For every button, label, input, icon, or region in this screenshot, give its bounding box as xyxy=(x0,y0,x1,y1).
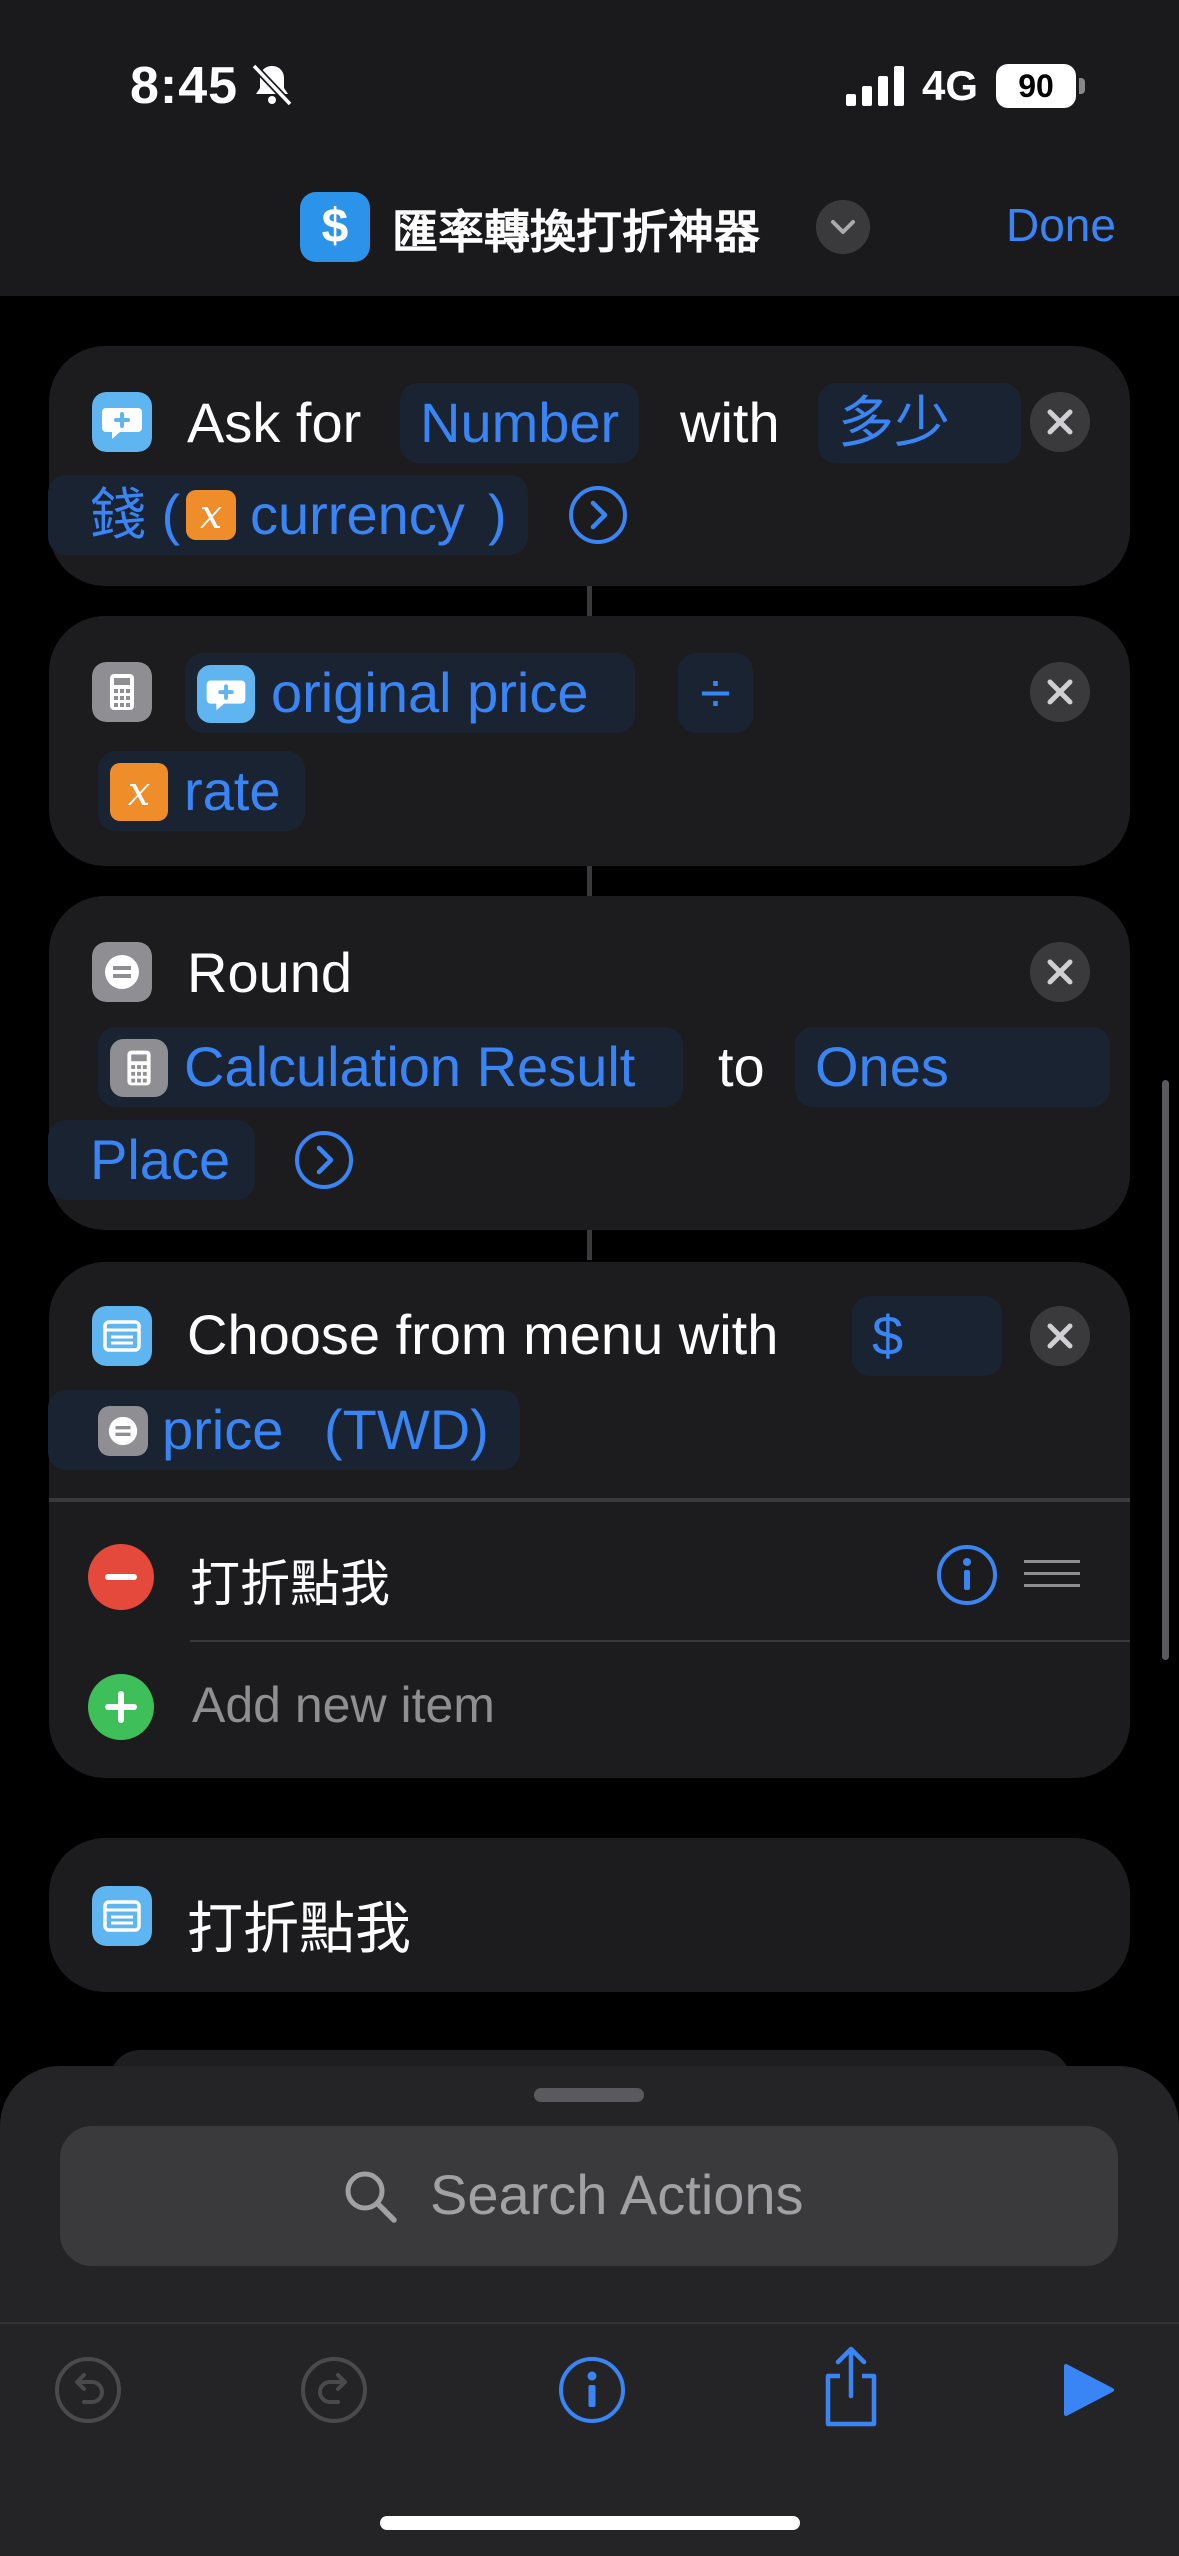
to-label: to xyxy=(718,1035,765,1098)
action-connector xyxy=(587,1230,592,1260)
status-time: 8:45 xyxy=(130,57,239,115)
shortcut-title[interactable]: 匯率轉換打折神器 xyxy=(392,196,760,262)
round-input-token[interactable]: Calculation Result xyxy=(98,1027,683,1107)
reorder-icon[interactable] xyxy=(1024,1558,1080,1590)
chevron-right-circle-icon[interactable] xyxy=(294,1130,354,1190)
ask-for-label: Ask for xyxy=(187,391,362,454)
add-icon[interactable] xyxy=(88,1674,154,1740)
row-divider xyxy=(190,1640,1130,1642)
info-icon[interactable] xyxy=(936,1544,998,1606)
undo-icon[interactable] xyxy=(54,2356,122,2424)
prompt-close-paren: ) xyxy=(488,483,507,546)
round-icon xyxy=(92,942,152,1002)
signal-icon xyxy=(846,66,904,106)
menu-icon xyxy=(92,1306,152,1366)
chevron-down-icon[interactable] xyxy=(816,200,870,254)
round-input-label: Calculation Result xyxy=(184,1035,636,1098)
round-label: Round xyxy=(187,941,353,1004)
prompt-text: 錢 ( xyxy=(90,483,181,546)
close-icon[interactable] xyxy=(1030,1306,1090,1366)
battery-icon: 90 xyxy=(996,64,1076,108)
prompt-token-part2[interactable]: 錢 ( x currency ) xyxy=(48,475,528,555)
menu-item-label[interactable]: 打折點我 xyxy=(190,1544,390,1616)
operand-token-2[interactable]: x rate xyxy=(98,751,305,831)
action-connector xyxy=(587,586,592,616)
redo-icon[interactable] xyxy=(300,2356,368,2424)
ask-input-icon xyxy=(92,392,152,452)
action-connector xyxy=(587,866,592,896)
menu-case-label: 打折點我 xyxy=(187,1897,411,1960)
info-icon[interactable] xyxy=(558,2356,626,2424)
input-type-token[interactable]: Number xyxy=(400,383,640,463)
operand-token-1[interactable]: original price xyxy=(185,653,635,733)
close-icon[interactable] xyxy=(1030,942,1090,1002)
variable-x-icon: x xyxy=(110,763,168,821)
menu-prompt-token-part1[interactable]: $ xyxy=(852,1296,1002,1376)
with-label: with xyxy=(680,391,780,454)
operator-token[interactable]: ÷ xyxy=(678,653,753,733)
operand1-label: original price xyxy=(271,661,589,724)
toolbar-divider xyxy=(0,2322,1179,2324)
bell-slash-icon xyxy=(251,63,293,107)
shortcut-icon[interactable]: $ xyxy=(300,192,370,262)
add-new-item-button[interactable]: Add new item xyxy=(192,1676,495,1734)
scroll-indicator[interactable] xyxy=(1162,1080,1169,1660)
calculator-icon xyxy=(92,662,152,722)
close-icon[interactable] xyxy=(1030,662,1090,722)
price-variable: price xyxy=(162,1398,284,1461)
menu-divider xyxy=(49,1498,1130,1502)
chevron-right-circle-icon[interactable] xyxy=(568,485,628,545)
menu-icon xyxy=(92,1886,152,1946)
prompt-token-part1[interactable]: 多少 xyxy=(818,383,1021,463)
share-icon[interactable] xyxy=(818,2344,884,2428)
choose-menu-label: Choose from menu with xyxy=(187,1303,779,1366)
round-place-token-part2[interactable]: Place xyxy=(48,1120,255,1200)
operand2-label: rate xyxy=(184,759,281,822)
remove-icon[interactable] xyxy=(88,1544,154,1610)
currency-variable: currency xyxy=(250,483,465,546)
menu-prompt-suffix: (TWD) xyxy=(324,1398,489,1461)
calculator-icon xyxy=(110,1039,168,1097)
close-icon[interactable] xyxy=(1030,392,1090,452)
sheet-grabber[interactable] xyxy=(534,2088,644,2102)
battery-nub xyxy=(1079,78,1085,94)
done-button[interactable]: Done xyxy=(1006,198,1116,252)
search-placeholder: Search Actions xyxy=(430,2163,804,2226)
ask-input-icon xyxy=(197,665,255,723)
network-type: 4G xyxy=(922,62,979,109)
search-icon xyxy=(345,2171,397,2223)
round-place-token-part1[interactable]: Ones xyxy=(795,1027,1110,1107)
menu-prompt-token-part2[interactable]: price (TWD) xyxy=(48,1390,520,1470)
home-indicator[interactable] xyxy=(380,2516,800,2530)
play-icon[interactable] xyxy=(1062,2362,1116,2418)
round-icon xyxy=(98,1406,148,1456)
variable-x-icon: x xyxy=(186,490,236,540)
